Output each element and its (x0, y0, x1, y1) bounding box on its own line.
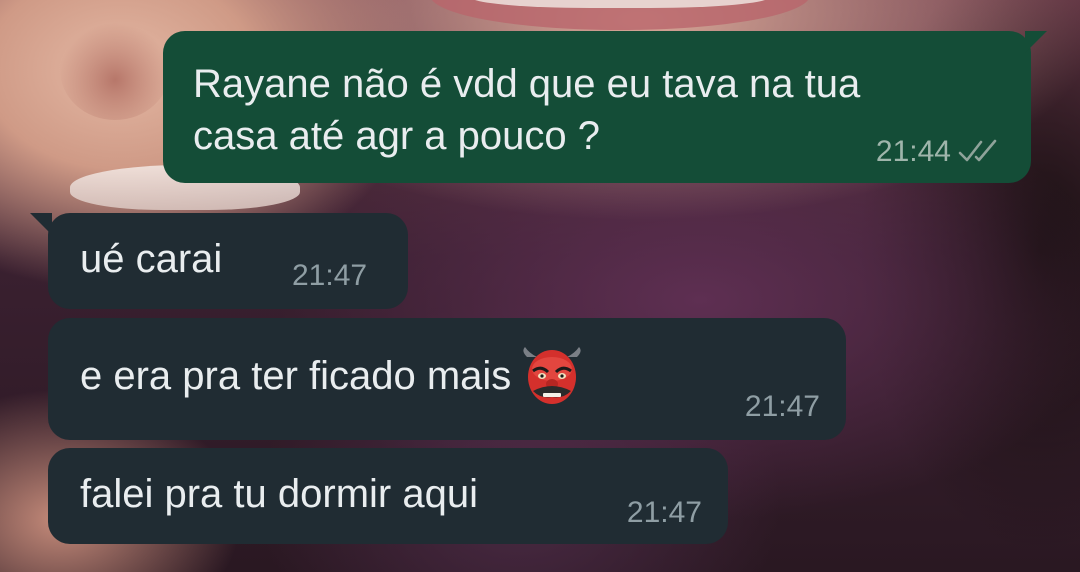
goblin-mask-emoji (523, 346, 581, 404)
incoming-message-bubble[interactable]: falei pra tu dormir aqui 21:47 (48, 448, 728, 544)
message-timestamp: 21:47 (744, 390, 820, 423)
message-text: e era pra ter ficado mais (80, 354, 512, 398)
message-text: falei pra tu dormir aqui (80, 472, 478, 516)
incoming-message-bubble[interactable]: ué carai 21:47 (30, 213, 408, 309)
message-text: ué carai (80, 237, 223, 281)
incoming-message-bubble[interactable]: e era pra ter ficado mais 21:47 (48, 318, 846, 440)
message-text-line: Rayane não é vdd que eu tava na tua (193, 62, 861, 106)
double-check-icon (958, 139, 997, 162)
message-list: Rayane não é vdd que eu tava na tua casa… (0, 0, 1080, 572)
message-timestamp: 21:47 (626, 496, 702, 529)
message-timestamp: 21:47 (292, 259, 368, 292)
outgoing-message-bubble[interactable]: Rayane não é vdd que eu tava na tua casa… (163, 31, 1047, 183)
message-timestamp: 21:44 (875, 135, 951, 168)
